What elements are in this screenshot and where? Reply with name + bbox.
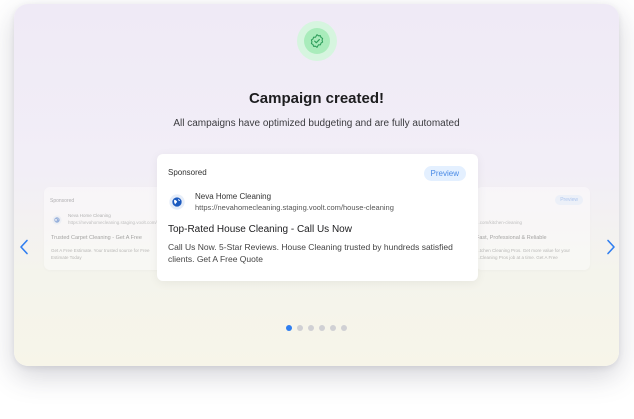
ad-url: ...com/kitchen-cleaning [476,220,523,225]
ad-url: https://nevahomecleaning.staging.voolt.c… [68,220,157,225]
sponsored-label: Sponsored [168,168,207,177]
ad-preview-card-previous[interactable]: Sponsored Neva Home Cleaning https://nev… [44,187,169,270]
globe-icon [52,215,62,225]
carousel-pagination [286,325,347,331]
ad-description: ...tchen Cleaning Pros. Get more value f… [476,248,571,260]
chevron-left-icon[interactable] [19,239,29,255]
pagination-dot[interactable] [297,325,303,331]
business-name: Neva Home Cleaning [195,192,272,201]
preview-badge[interactable]: Preview [423,166,466,181]
page-title: Campaign created! [248,90,385,107]
chevron-right-icon[interactable] [606,239,616,255]
ad-headline: Top-Rated House Cleaning - Call Us Now [168,224,352,235]
verified-check-icon [310,34,324,48]
globe-icon [169,194,185,210]
success-badge [297,21,337,61]
sponsored-label: Sponsored [50,198,75,204]
page-subtitle: All campaigns have optimized budgeting a… [173,118,460,129]
ad-headline: Trusted Carpet Cleaning - Get A Free [51,235,142,241]
ad-preview-card-current: Sponsored Preview Neva Home Cleaning htt… [157,154,478,281]
pagination-dot[interactable] [319,325,325,331]
pagination-dot[interactable] [308,325,314,331]
ad-description: Call Us Now. 5-Star Reviews. House Clean… [168,242,453,264]
pagination-dot[interactable] [341,325,347,331]
ad-preview-card-next[interactable]: Preview ...com/kitchen-cleaning Fast, Pr… [476,187,590,270]
campaign-created-panel: Campaign created! All campaigns have opt… [14,4,619,366]
ad-headline: Fast, Professional & Reliable [476,235,547,241]
preview-badge: Preview [555,195,583,205]
ad-description: Get A Free Estimate. Your trusted source… [51,248,150,260]
ad-url: https://nevahomecleaning.staging.voolt.c… [195,203,394,212]
pagination-dot[interactable] [286,325,292,331]
business-name: Neva Home Cleaning [68,213,111,218]
pagination-dot[interactable] [330,325,336,331]
